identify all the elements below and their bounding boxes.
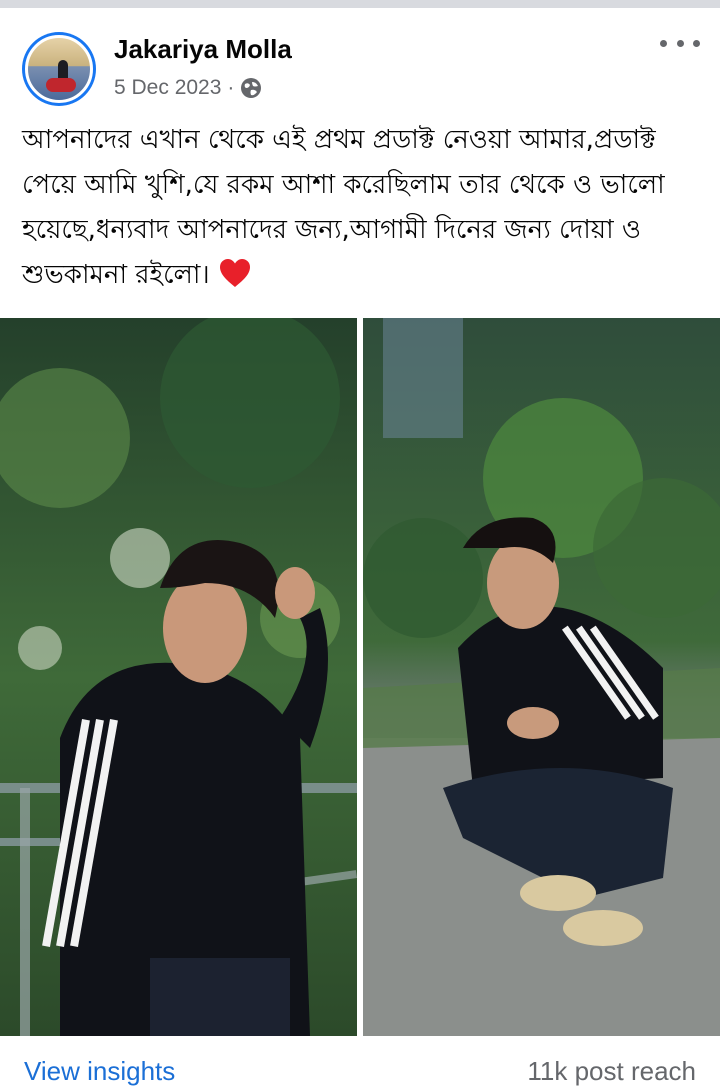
- more-options-icon[interactable]: [660, 40, 700, 52]
- post-meta: 5 Dec 2023 ·: [114, 76, 262, 100]
- post-date[interactable]: 5 Dec 2023: [114, 76, 221, 100]
- top-divider: [0, 0, 720, 8]
- globe-icon[interactable]: [240, 77, 262, 99]
- post-header: Jakariya Molla 5 Dec 2023 ·: [0, 26, 720, 106]
- post-footer: View insights 11k post reach: [0, 1036, 720, 1092]
- post-text-content: আপনাদের এখান থেকে এই প্রথম প্রডাক্ট নেওয…: [22, 125, 665, 290]
- post-reach-count: 11k post reach: [527, 1056, 696, 1086]
- post-text: আপনাদের এখান থেকে এই প্রথম প্রডাক্ট নেওয…: [22, 118, 712, 298]
- post-photo-left[interactable]: [0, 318, 357, 1036]
- red-heart-icon: [218, 257, 252, 289]
- post-photo-right[interactable]: [363, 318, 720, 1036]
- avatar[interactable]: [22, 32, 96, 106]
- photo-grid: [0, 318, 720, 1036]
- author-name[interactable]: Jakariya Molla: [114, 34, 292, 65]
- avatar-photo: [25, 35, 93, 103]
- meta-separator: ·: [227, 76, 235, 99]
- view-insights-link[interactable]: View insights: [24, 1056, 175, 1087]
